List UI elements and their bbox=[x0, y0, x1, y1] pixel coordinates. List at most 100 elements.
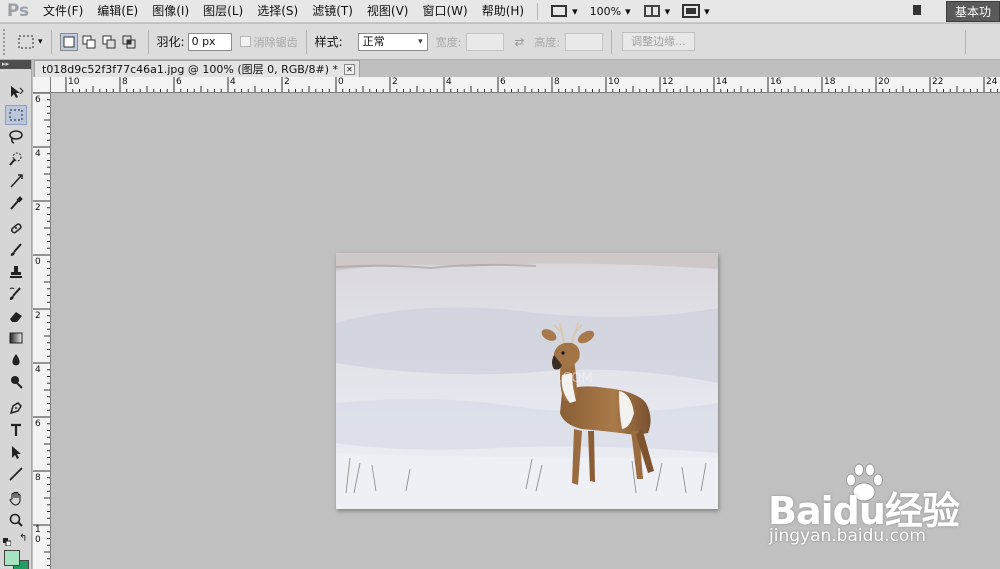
menu-separator bbox=[537, 2, 539, 20]
eyedropper-tool[interactable] bbox=[5, 193, 27, 213]
horizontal-ruler[interactable]: 10 8 6 4 2 0 2 4 6 8 10 12 14 16 18 20 2… bbox=[51, 77, 1000, 93]
ruler-label: 14 bbox=[716, 77, 728, 87]
swap-colors-icon[interactable]: ↰ bbox=[19, 533, 27, 544]
gradient-tool[interactable] bbox=[5, 328, 27, 348]
move-tool[interactable] bbox=[5, 82, 27, 102]
antialias-checkbox bbox=[239, 36, 251, 47]
launch-bridge-button[interactable]: ▾ bbox=[544, 0, 584, 23]
move-icon bbox=[11, 86, 24, 98]
ruler-label: 2 bbox=[284, 77, 290, 87]
dodge-tool[interactable] bbox=[5, 372, 27, 392]
foreground-color-swatch[interactable] bbox=[4, 550, 20, 566]
antialias-label: 消除锯齿 bbox=[253, 35, 298, 49]
dodge-icon bbox=[11, 376, 23, 389]
ruler-label: 6 bbox=[500, 77, 506, 87]
clone-stamp-icon bbox=[10, 266, 22, 278]
ruler-label: 24 bbox=[986, 77, 998, 87]
blur-tool[interactable] bbox=[5, 350, 27, 370]
eraser-icon bbox=[10, 312, 22, 322]
new-selection-button[interactable] bbox=[59, 32, 78, 51]
ruler-label: 10 bbox=[608, 77, 620, 87]
hand-tool[interactable] bbox=[5, 488, 27, 508]
ruler-label: 8 bbox=[122, 77, 128, 87]
document-image[interactable]: .COM bbox=[336, 253, 718, 509]
eyedropper-icon bbox=[10, 196, 23, 210]
screen-mode-icon bbox=[682, 4, 701, 18]
ruler-label: 8 bbox=[35, 473, 41, 483]
height-option: 高度: bbox=[534, 32, 604, 51]
menu-layer[interactable]: 图层(L) bbox=[196, 0, 250, 23]
ruler-label: 0 bbox=[35, 257, 41, 267]
brush-icon bbox=[10, 243, 22, 256]
style-select[interactable]: 正常 ▾ bbox=[357, 32, 428, 51]
tools-panel-header[interactable]: ▸▸ bbox=[0, 60, 31, 69]
ruler-ticks bbox=[33, 93, 50, 566]
default-colors-icon[interactable] bbox=[3, 535, 12, 547]
ruler-label: 6 bbox=[35, 95, 41, 105]
panel-toggle-button[interactable] bbox=[910, 4, 924, 19]
close-icon[interactable]: ✕ bbox=[344, 63, 356, 75]
subtract-selection-button[interactable] bbox=[100, 33, 118, 51]
zoom-level-select[interactable]: 100% ▾ bbox=[584, 0, 637, 23]
quick-select-tool[interactable] bbox=[5, 149, 27, 169]
document-tab[interactable]: t018d9c52f3f77c46a1.jpg @ 100% (图层 0, RG… bbox=[34, 60, 361, 77]
zoom-tool[interactable] bbox=[5, 510, 27, 530]
rect-marquee-tool[interactable] bbox=[5, 105, 27, 125]
ruler-label: 22 bbox=[932, 77, 944, 87]
history-brush-tool[interactable] bbox=[5, 284, 27, 304]
lasso-tool[interactable] bbox=[5, 127, 27, 147]
ruler-label: 6 bbox=[176, 77, 182, 87]
deer-in-snow-photo: .COM bbox=[336, 253, 718, 509]
ruler-label: 12 bbox=[662, 77, 674, 87]
healing-brush-tool[interactable] bbox=[5, 218, 27, 238]
feather-label: 羽化: bbox=[156, 35, 185, 49]
history-brush-icon bbox=[9, 287, 21, 300]
menu-help[interactable]: 帮助(H) bbox=[475, 0, 531, 23]
menu-edit[interactable]: 编辑(E) bbox=[90, 0, 145, 23]
menu-filter[interactable]: 滤镜(T) bbox=[305, 0, 360, 23]
ruler-label: 20 bbox=[878, 77, 890, 87]
clone-stamp-tool[interactable] bbox=[5, 262, 27, 282]
add-selection-button[interactable] bbox=[80, 33, 98, 51]
arrange-documents-button[interactable]: ▾ bbox=[637, 0, 677, 23]
ruler-origin[interactable] bbox=[33, 77, 51, 93]
arrange-icon bbox=[643, 5, 660, 17]
type-tool[interactable] bbox=[5, 420, 27, 440]
screen-mode-button[interactable]: ▾ bbox=[676, 0, 716, 23]
workspace-switcher[interactable]: 基本功 bbox=[945, 1, 1000, 22]
feather-input[interactable]: 0 px bbox=[187, 32, 232, 51]
menu-view[interactable]: 视图(V) bbox=[360, 0, 416, 23]
ruler-label: 2 bbox=[392, 77, 398, 87]
refine-edge-button: 调整边缘... bbox=[622, 32, 695, 51]
menu-window[interactable]: 窗口(W) bbox=[415, 0, 474, 23]
crop-tool[interactable] bbox=[5, 171, 27, 191]
style-value: 正常 bbox=[362, 34, 385, 48]
watermark-url: jingyan.baidu.com bbox=[769, 526, 926, 546]
intersect-selection-button[interactable] bbox=[120, 33, 138, 51]
chevron-down-icon: ▾ bbox=[38, 36, 43, 47]
ruler-label: 4 bbox=[446, 77, 452, 87]
blur-icon bbox=[12, 354, 20, 366]
eraser-tool[interactable] bbox=[5, 306, 27, 326]
ruler-label: 6 bbox=[35, 419, 41, 429]
width-label: 宽度: bbox=[435, 35, 462, 49]
vertical-ruler[interactable]: 6 4 2 0 2 4 6 8 1 0 bbox=[33, 93, 51, 569]
menu-image[interactable]: 图像(I) bbox=[145, 0, 196, 23]
ruler-ticks bbox=[65, 77, 998, 92]
ruler-label: 18 bbox=[824, 77, 836, 87]
brush-tool[interactable] bbox=[5, 240, 27, 260]
path-select-tool[interactable] bbox=[5, 442, 27, 462]
ruler-label: 4 bbox=[35, 365, 41, 375]
ruler-label: 1 bbox=[35, 525, 41, 535]
film-strip-icon bbox=[551, 5, 568, 17]
lasso-icon bbox=[9, 130, 23, 144]
options-bar: ▾ 羽化: 0 px 消除锯齿 样式: 正常 ▾ 宽度: ⇄ 高度: 调整边缘.… bbox=[0, 24, 1000, 60]
menu-file[interactable]: 文件(F) bbox=[36, 0, 90, 23]
menu-select[interactable]: 选择(S) bbox=[250, 0, 305, 23]
options-bar-grip[interactable] bbox=[3, 28, 9, 55]
crop-icon bbox=[10, 174, 23, 188]
tool-preset-picker[interactable]: ▾ bbox=[17, 34, 43, 50]
line-tool[interactable] bbox=[5, 464, 27, 484]
rect-marquee-icon bbox=[9, 109, 23, 121]
pen-tool[interactable] bbox=[5, 398, 27, 418]
